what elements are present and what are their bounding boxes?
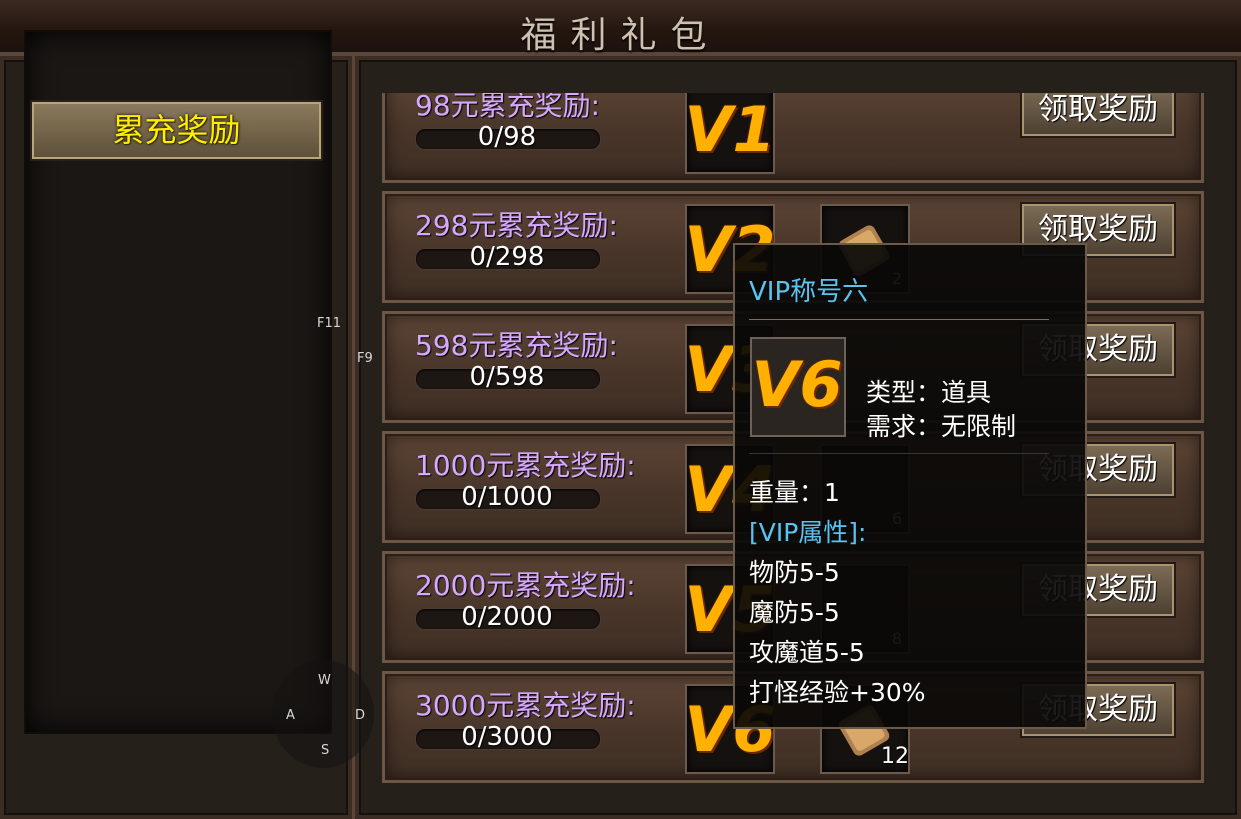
tooltip-attr-header: [VIP属性]: [749, 518, 867, 547]
joystick-s: S [321, 743, 330, 758]
progress-text: 0/298 [469, 242, 545, 272]
joystick-a: A [286, 708, 295, 723]
vip-title-icon: V1 [684, 93, 776, 166]
item-count: 12 [881, 744, 909, 769]
reward-label: 98元累充奖励: [415, 93, 601, 122]
progress-text: 0/98 [477, 122, 537, 152]
tooltip-item-name: VIP称号六 [749, 277, 869, 307]
progress-text: 0/2000 [461, 602, 553, 632]
vip-title-icon: V6 [751, 347, 843, 421]
reward-label: 2000元累充奖励: [415, 569, 636, 602]
reward-row-98: 98元累充奖励: 0/98 V1 领取奖励 [382, 93, 1204, 183]
tooltip-attr: 物防5-5 [749, 558, 840, 587]
divider [749, 453, 1049, 454]
progress-text: 0/1000 [461, 482, 553, 512]
reward-label: 3000元累充奖励: [415, 689, 636, 722]
tooltip-attr: 魔防5-5 [749, 598, 840, 627]
tooltip-weight: 重量：1 [749, 478, 840, 507]
item-tooltip: VIP称号六 V6 类型：道具 需求：无限制 重量：1 [VIP属性]: 物防5… [733, 243, 1087, 729]
tooltip-item-icon: V6 [750, 337, 846, 437]
reward-label: 1000元累充奖励: [415, 449, 636, 482]
reward-label: 298元累充奖励: [415, 209, 618, 242]
claim-button[interactable]: 领取奖励 [1022, 93, 1174, 136]
reward-item-slot[interactable]: V1 [684, 93, 776, 174]
tooltip-attr: 打怪经验+30% [749, 678, 926, 707]
tooltip-attr: 攻魔道5-5 [749, 638, 865, 667]
tooltip-type: 类型：道具 [866, 378, 992, 407]
hotkey-f11[interactable]: F11 [317, 316, 341, 331]
hotkey-f9[interactable]: F9 [357, 351, 373, 366]
progress-text: 0/3000 [461, 722, 553, 752]
joystick-d: D [355, 708, 366, 723]
divider [749, 319, 1049, 320]
joystick-w: W [318, 673, 331, 688]
reward-label: 598元累充奖励: [415, 329, 618, 362]
tab-cumulative-recharge[interactable]: 累充奖励 [32, 102, 321, 159]
progress-text: 0/598 [469, 362, 545, 392]
tooltip-requirement: 需求：无限制 [866, 412, 1017, 441]
